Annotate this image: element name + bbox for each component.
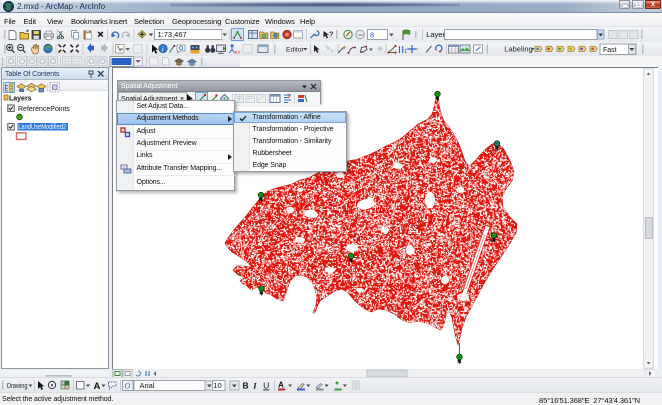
svg-text:Editor: Editor: [286, 47, 304, 54]
svg-text:i: i: [162, 46, 164, 54]
svg-text:ReferencePoints: ReferencePoints: [18, 106, 70, 113]
svg-text:?: ?: [329, 30, 334, 39]
svg-text:Arial: Arial: [140, 381, 155, 390]
svg-text:Labeling: Labeling: [504, 45, 532, 54]
svg-text:XY: XY: [235, 50, 241, 55]
svg-text:8: 8: [370, 31, 374, 40]
svg-text:Drawing: Drawing: [7, 383, 28, 390]
svg-text:A: A: [278, 381, 284, 390]
svg-text:10: 10: [213, 381, 221, 390]
svg-text:O: O: [125, 382, 131, 391]
svg-text:LandUseModified2: LandUseModified2: [18, 124, 66, 131]
svg-text:1:73,467: 1:73,467: [158, 30, 187, 39]
svg-text:1: 1: [404, 49, 407, 55]
svg-text:Layer:: Layer:: [426, 30, 447, 39]
svg-text:B: B: [243, 381, 249, 391]
svg-text:Layers: Layers: [9, 96, 32, 103]
svg-text:U: U: [263, 381, 269, 391]
svg-text:A: A: [94, 381, 101, 392]
svg-text:I: I: [252, 381, 257, 391]
svg-text:Fast: Fast: [603, 47, 617, 54]
